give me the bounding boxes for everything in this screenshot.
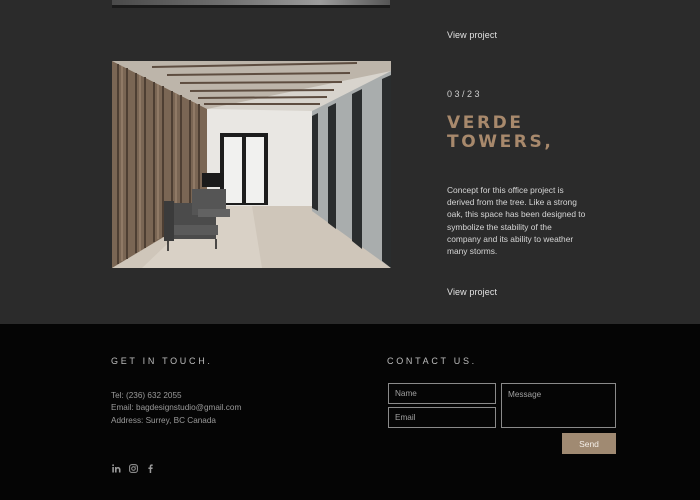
project-counter: 03/23 (447, 89, 483, 99)
send-button[interactable]: Send (562, 433, 616, 454)
instagram-icon[interactable] (129, 464, 138, 473)
contact-us-heading: CONTACT US. (387, 356, 477, 366)
view-project-link[interactable]: View project (447, 287, 497, 297)
name-field[interactable] (388, 383, 496, 404)
project-image-verde-towers[interactable] (112, 61, 391, 268)
contact-address: Address: Surrey, BC Canada (111, 416, 216, 425)
previous-project-image[interactable] (112, 0, 390, 8)
facebook-icon[interactable] (146, 464, 155, 473)
email-field[interactable] (388, 407, 496, 428)
project-description: Concept for this office project is deriv… (447, 185, 586, 257)
get-in-touch-heading: GET IN TOUCH. (111, 356, 213, 366)
project-title-line-2: TOWERS, (447, 132, 554, 152)
project-title: VERDE TOWERS, (447, 114, 553, 152)
project-title-line-1: VERDE (447, 113, 524, 133)
contact-tel: Tel: (236) 632 2055 (111, 391, 182, 400)
contact-email[interactable]: Email: bagdesignstudio@gmail.com (111, 402, 241, 415)
view-project-link-previous[interactable]: View project (447, 30, 497, 40)
linkedin-icon[interactable] (112, 464, 121, 473)
message-field[interactable] (501, 383, 616, 428)
